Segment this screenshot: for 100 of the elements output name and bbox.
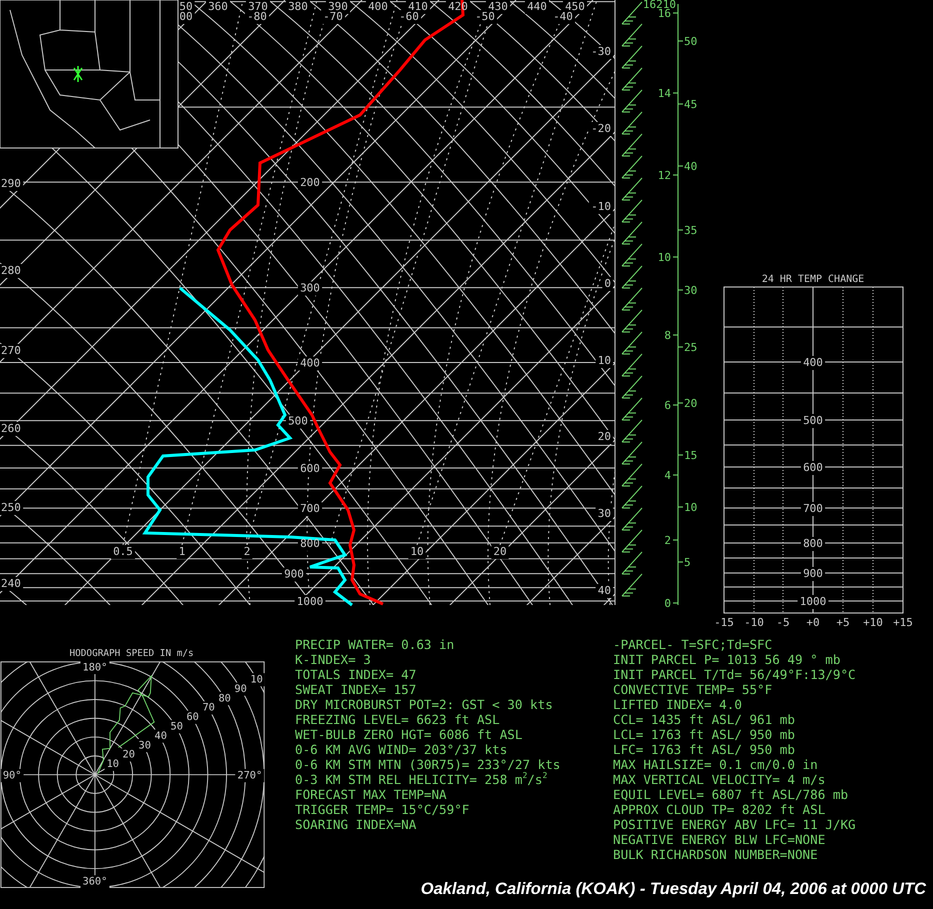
pressure-label: 600 [300, 462, 320, 476]
theta-label: 410 [408, 0, 428, 13]
pressure-label: 400 [803, 356, 823, 369]
pressure-label: 200 [300, 176, 320, 190]
axis-label: +0 [806, 616, 820, 629]
kft-label: 35 [684, 224, 698, 237]
direction-label: 180° [82, 661, 108, 674]
theta-label: 240 [1, 577, 21, 590]
kft-label: 20 [684, 397, 698, 410]
index-line: 0-3 KM STM REL HELICITY= 258 m$^{2}$/s$^{2}$ [295, 772, 548, 787]
pressure-label: 300 [300, 282, 320, 295]
mixing-ratio-label: 1 [178, 545, 186, 558]
parcel-line: LCL= 1763 ft ASL/ 950 mb [613, 727, 796, 742]
speed-label: 10 [250, 674, 263, 686]
km-label: 2 [664, 534, 671, 547]
kft-label: 45 [684, 98, 698, 111]
speed-label: 40 [154, 730, 167, 742]
hodograph-title: HODOGRAPH SPEED IN m/s [70, 648, 194, 660]
axis-label: -5 [776, 616, 790, 629]
pressure-label: 900 [284, 568, 304, 581]
temperature-label: 00 [179, 10, 193, 23]
speed-label: 60 [186, 711, 199, 724]
panel-title: 24 HR TEMP CHANGE [762, 274, 864, 285]
parcel-line: LFC= 1763 ft ASL/ 950 mb [613, 742, 796, 757]
theta-label: 360 [208, 0, 228, 13]
axis-label: +5 [836, 616, 850, 629]
theta-label: 390 [328, 0, 348, 13]
theta-label: 440 [527, 0, 547, 13]
kft-label: 40 [684, 160, 698, 173]
isotherm-label: 40 [598, 584, 611, 597]
speed-label: 70 [202, 702, 215, 714]
isotherm-label: -20 [591, 122, 611, 135]
axis-label: +10 [863, 616, 883, 629]
pressure-label: 1000 [800, 595, 826, 608]
speed-label: 30 [138, 739, 151, 752]
km-label: 8 [664, 329, 671, 342]
km-label: 12 [658, 169, 671, 182]
km-label: 14 [658, 87, 671, 100]
index-line: WET-BULB ZERO HGT= 6086 ft ASL [295, 727, 524, 742]
theta-label: 430 [488, 0, 508, 13]
theta-label: 280 [1, 264, 21, 277]
axis-label: +15 [893, 616, 913, 629]
isotherm-label: 10 [598, 354, 611, 367]
index-line: SOARING INDEX=NA [295, 817, 418, 832]
theta-label: 370 [248, 0, 268, 13]
km-label: 4 [664, 469, 671, 482]
kft-label: 5 [684, 556, 691, 569]
isotherm-label: 0 [604, 277, 611, 290]
theta-label: 450 [565, 0, 585, 13]
index-line: TOTALS INDEX= 47 [295, 667, 418, 682]
parcel-line: LIFTED INDEX= 4.0 [613, 697, 743, 712]
km-label: 10 [658, 251, 671, 264]
direction-label: 90° [2, 769, 22, 782]
theta-label: 260 [1, 422, 21, 435]
parcel-line: INIT PARCEL P= 1013 56 49 ° mb [613, 652, 842, 667]
pressure-label: 500 [288, 414, 308, 428]
index-line: 0-6 KM STM MTN (30R75)= 233°/27 kts [295, 757, 562, 772]
parcel-line: CCL= 1435 ft ASL/ 961 mb [613, 712, 796, 727]
direction-label: 270° [237, 769, 262, 782]
temperature-label: -60 [399, 10, 419, 23]
index-line: DRY MICROBURST POT=2: GST < 30 kts [295, 697, 554, 712]
km-label: 0 [664, 597, 671, 610]
parcel-line: EQUIL LEVEL= 6807 ft ASL/786 mb [613, 787, 850, 802]
km-label: 6 [664, 399, 671, 412]
pressure-label: 800 [803, 537, 823, 550]
pressure-label: 800 [300, 536, 320, 550]
axis-label: -15 [714, 616, 734, 629]
theta-label: 400 [368, 0, 388, 13]
km-label: 16 [658, 7, 671, 20]
index-line: FORECAST MAX TEMP=NA [295, 787, 448, 802]
kft-label: 10 [684, 501, 698, 514]
pressure-label: 600 [803, 461, 823, 474]
parcel-line: CONVECTIVE TEMP= 55°F [613, 682, 774, 697]
isotherm-label: 20 [598, 430, 611, 443]
pressure-label: 700 [803, 502, 823, 515]
speed-label: 90 [234, 682, 247, 695]
isotherm-label: 30 [598, 507, 611, 520]
kft-label: 25 [684, 341, 698, 354]
index-line: K-INDEX= 3 [295, 652, 372, 667]
parcel-line: APPROX CLOUD TP= 8202 ft ASL [613, 802, 826, 817]
parcel-line: INIT PARCEL T/Td= 56/49°F:13/9°C [613, 667, 857, 682]
theta-label: 290 [1, 177, 21, 190]
mixing-ratio-label: 2 [244, 545, 250, 558]
temperature-label: -80 [247, 10, 267, 23]
speed-label: 10 [106, 758, 120, 770]
theta-label: 270 [1, 344, 21, 357]
mixing-ratio-label: 20 [493, 545, 507, 558]
index-line: SWEAT INDEX= 157 [295, 682, 418, 697]
temperature-label: -50 [475, 10, 495, 23]
pressure-label: 500 [803, 414, 823, 427]
sounding-caption: Oakland, California (KOAK) - Tuesday April 04, 2006 at 0000 UTC [420, 880, 926, 899]
mixing-ratio-label: 10 [410, 545, 424, 558]
parcel-line: NEGATIVE ENERGY BLW LFC=NONE [613, 832, 826, 847]
speed-label: 20 [122, 748, 135, 761]
parcel-line: MAX VERTICAL VELOCITY= 4 m/s [613, 772, 826, 787]
theta-label: 380 [288, 0, 308, 13]
temperature-label: -40 [553, 10, 573, 23]
speed-label: 80 [218, 692, 231, 704]
isotherm-label: -30 [591, 45, 611, 58]
direction-label: 360° [82, 876, 108, 888]
